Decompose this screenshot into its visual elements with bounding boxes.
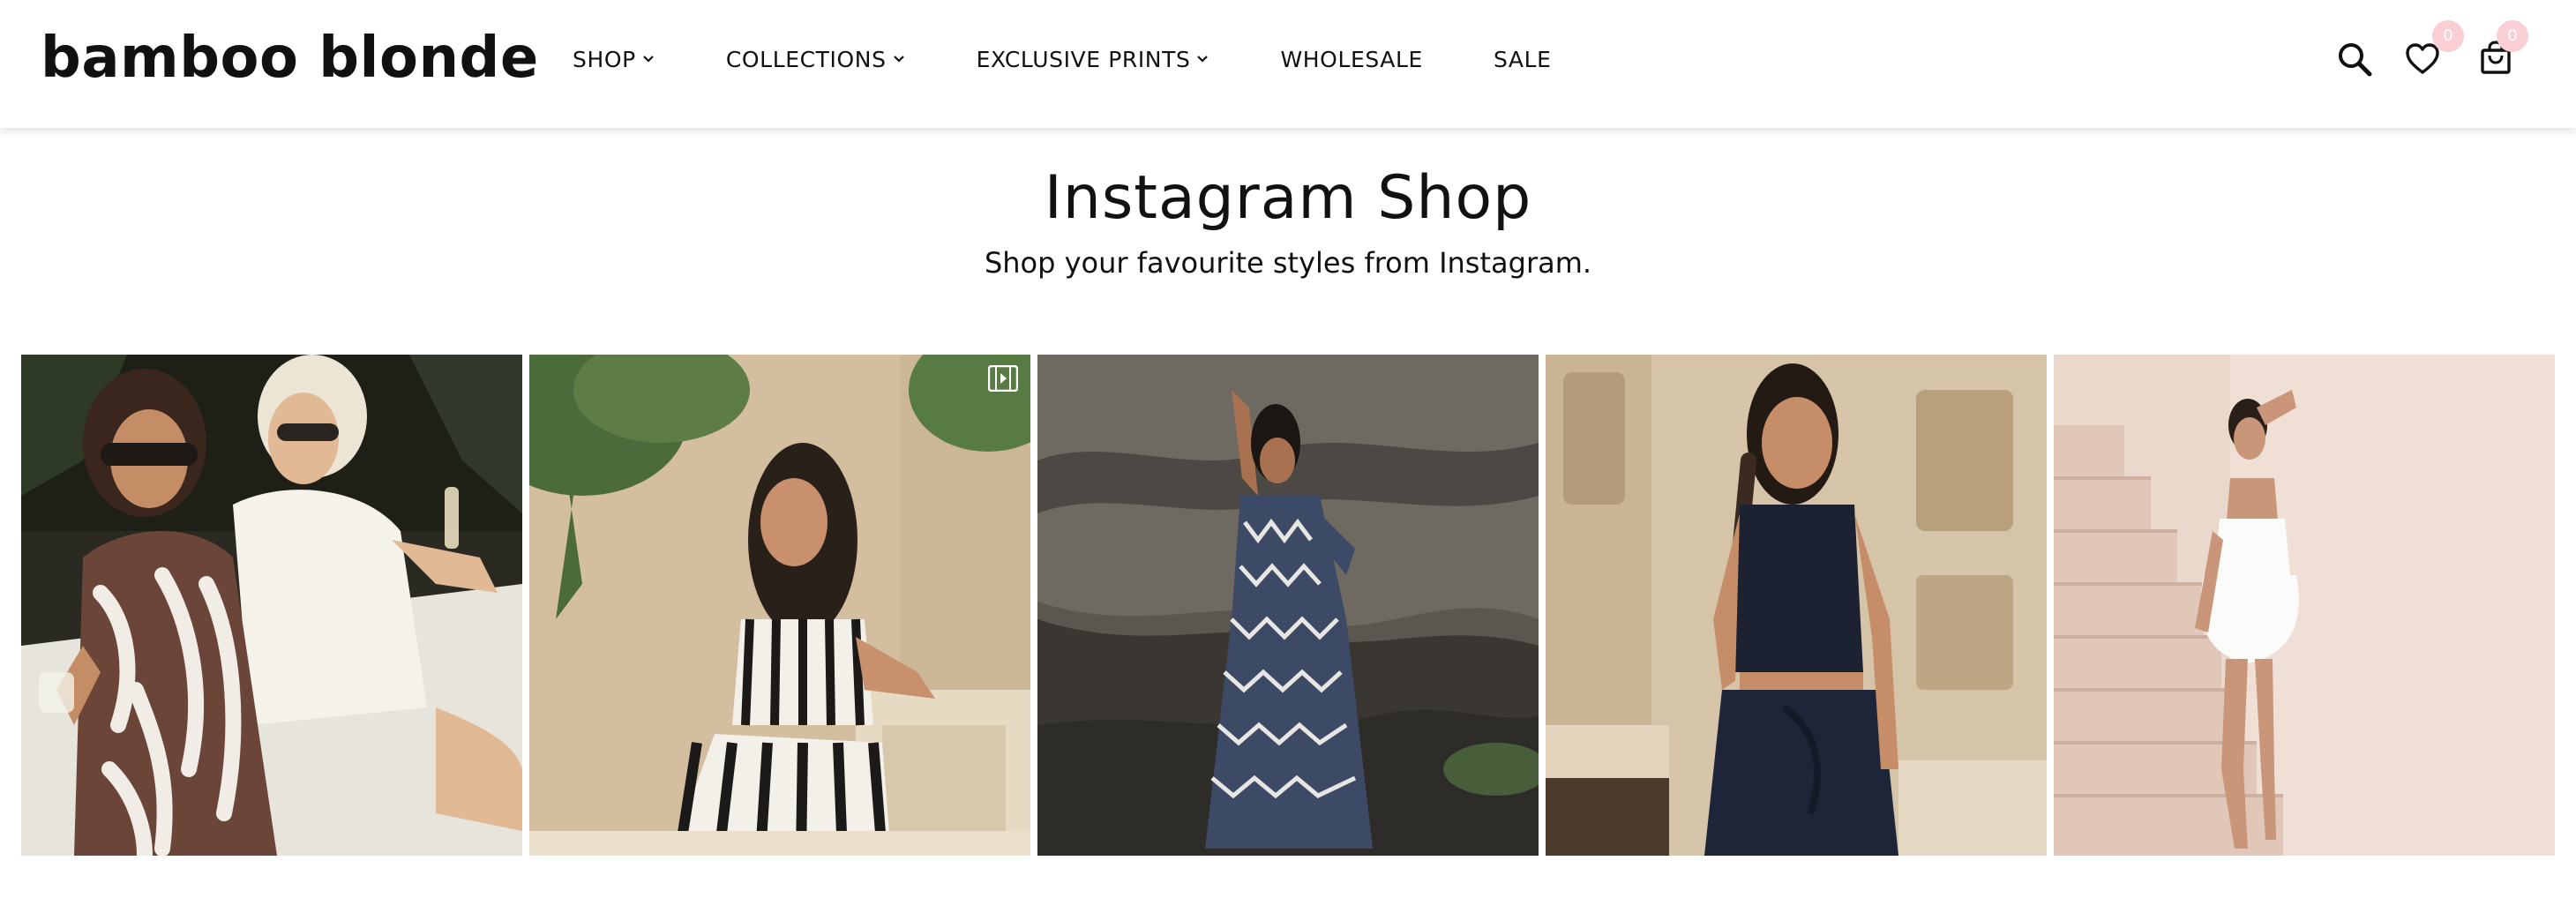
search-icon (2339, 43, 2372, 77)
reel-icon (988, 365, 1018, 392)
brand-logo[interactable]: bamboo blonde (41, 21, 539, 95)
nav-item-label: COLLECTIONS (725, 46, 887, 72)
nav-item-label: EXCLUSIVE PRINTS (976, 46, 1191, 72)
instagram-photo-2 (529, 355, 1030, 856)
instagram-gallery (21, 355, 2555, 856)
chevron-down-icon (641, 54, 655, 64)
nav-item-collections[interactable]: COLLECTIONS (726, 47, 906, 72)
heart-icon (2406, 43, 2439, 74)
wishlist-count-badge: 0 (2432, 20, 2464, 52)
nav-item-shop[interactable]: SHOP (573, 47, 655, 72)
instagram-photo-4 (1546, 355, 2047, 856)
nav-item-sale[interactable]: SALE (1494, 47, 1552, 72)
instagram-post-2[interactable] (529, 355, 1030, 856)
chevron-down-icon (892, 54, 906, 64)
instagram-photo-1 (21, 355, 522, 856)
instagram-photo-3 (1037, 355, 1539, 856)
page-subtitle: Shop your favourite styles from Instagra… (984, 246, 1592, 280)
cart-count-badge: 0 (2497, 20, 2528, 52)
nav-item-wholesale[interactable]: WHOLESALE (1280, 47, 1422, 72)
instagram-photo-5 (2054, 355, 2555, 856)
instagram-post-4[interactable] (1546, 355, 2047, 856)
nav-item-label: SALE (1493, 46, 1552, 72)
search-button[interactable] (2336, 41, 2373, 78)
instagram-post-1[interactable] (21, 355, 522, 856)
instagram-post-3[interactable] (1037, 355, 1539, 856)
main-nav: SHOP COLLECTIONS EXCLUSIVE PRINTS WHOLES… (573, 41, 1552, 78)
nav-item-exclusive-prints[interactable]: EXCLUSIVE PRINTS (977, 47, 1210, 72)
chevron-down-icon (1195, 54, 1209, 64)
site-header: bamboo blonde SHOP COLLECTIONS EXCLUSIVE… (0, 0, 2576, 128)
nav-item-label: WHOLESALE (1280, 46, 1423, 72)
nav-item-label: SHOP (573, 46, 636, 72)
instagram-post-5[interactable] (2054, 355, 2555, 856)
page-title: Instagram Shop (1044, 163, 1532, 233)
